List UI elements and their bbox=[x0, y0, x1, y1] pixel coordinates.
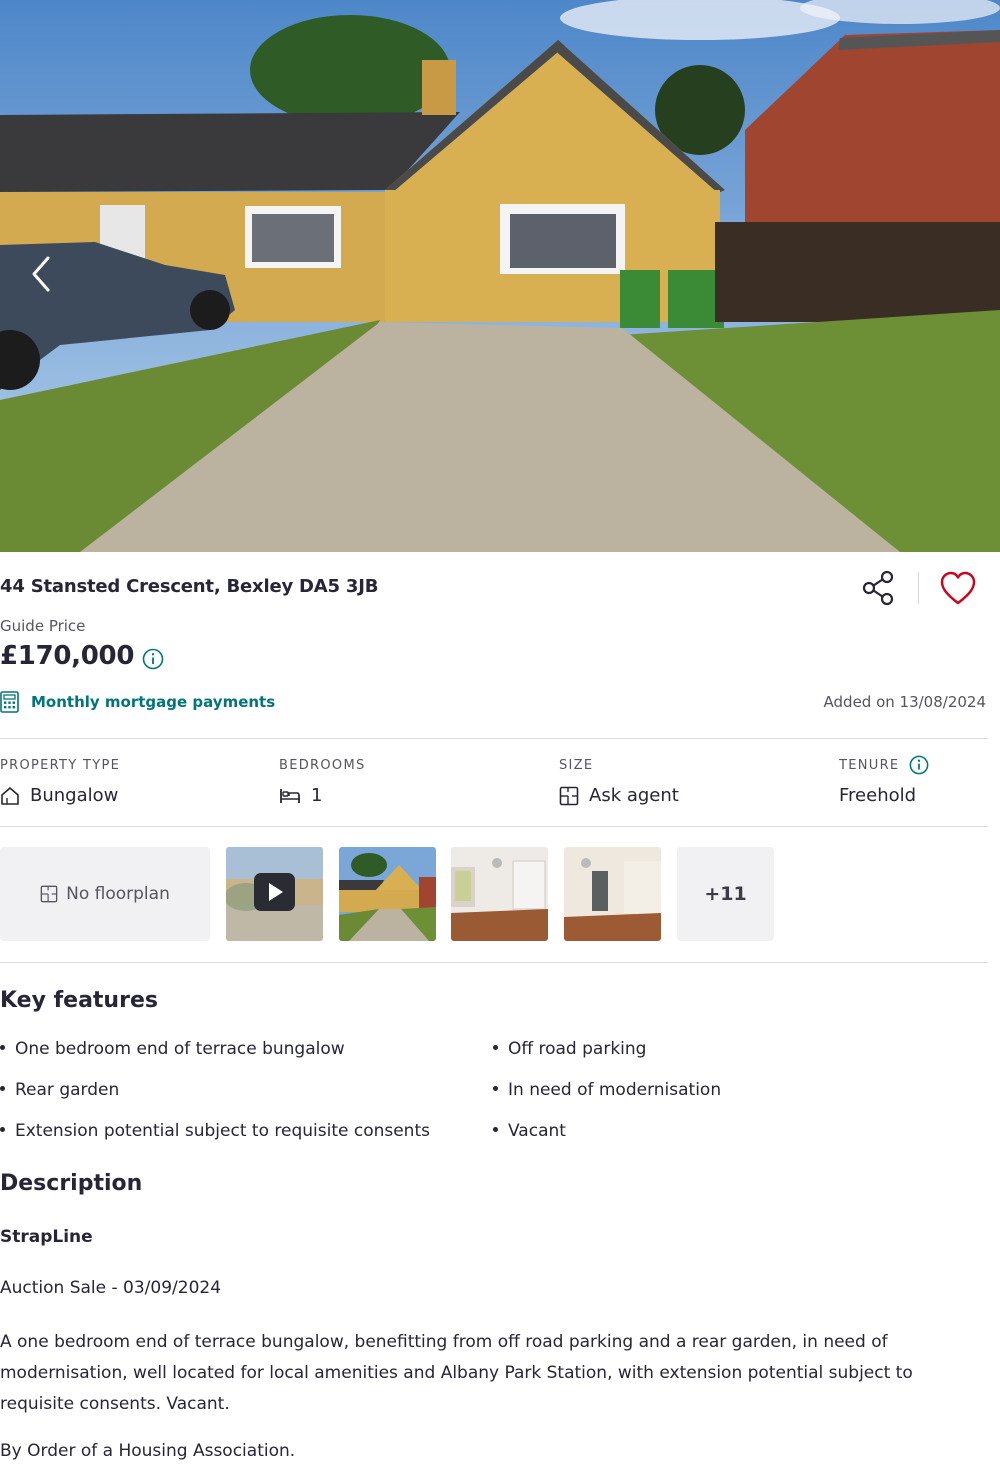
feature-item: In need of modernisation bbox=[493, 1080, 721, 1100]
calculator-icon bbox=[0, 691, 19, 713]
heart-icon bbox=[940, 571, 976, 605]
feature-item: Extension potential subject to requisite… bbox=[0, 1121, 430, 1141]
property-address: 44 Stansted Crescent, Bexley DA5 3JB bbox=[0, 576, 379, 597]
photo-thumbnail[interactable] bbox=[564, 847, 661, 941]
tenure-info-icon[interactable] bbox=[909, 755, 929, 775]
stat-label: TENURE bbox=[839, 757, 900, 773]
description-body: A one bedroom end of terrace bungalow, b… bbox=[0, 1332, 913, 1414]
share-button[interactable] bbox=[858, 568, 898, 608]
stat-property-type: PROPERTY TYPE Bungalow bbox=[0, 755, 121, 807]
feature-item: Vacant bbox=[493, 1121, 566, 1141]
floorplan-icon bbox=[559, 786, 579, 805]
price-qualifier: Guide Price bbox=[0, 617, 86, 635]
chevron-left-icon bbox=[32, 256, 50, 292]
previous-photo-button[interactable] bbox=[24, 252, 60, 296]
bullet bbox=[0, 1126, 5, 1132]
stat-label: SIZE bbox=[559, 757, 594, 773]
description-footer: By Order of a Housing Association. bbox=[0, 1441, 296, 1461]
description-strapline: StrapLine bbox=[0, 1227, 93, 1247]
stat-value: Freehold bbox=[839, 785, 917, 806]
bullet bbox=[493, 1044, 498, 1050]
bed-icon bbox=[280, 788, 300, 803]
bullet bbox=[0, 1044, 5, 1050]
stat-tenure: TENURE Freehold bbox=[839, 755, 929, 806]
stat-value: Ask agent bbox=[589, 785, 679, 806]
divider bbox=[0, 738, 988, 739]
mortgage-link[interactable]: Monthly mortgage payments bbox=[0, 691, 275, 713]
more-photos-button[interactable]: +11 bbox=[677, 847, 774, 941]
bullet bbox=[0, 1085, 5, 1091]
house-photo bbox=[0, 0, 1000, 552]
feature-item: Off road parking bbox=[493, 1039, 646, 1059]
price: £170,000 bbox=[0, 641, 135, 671]
key-features-heading: Key features bbox=[0, 988, 158, 1013]
main-photo[interactable] bbox=[0, 0, 1000, 552]
stat-value: Bungalow bbox=[30, 785, 119, 806]
divider bbox=[0, 962, 988, 963]
stat-label: PROPERTY TYPE bbox=[0, 757, 121, 773]
added-date: Added on 13/08/2024 bbox=[823, 693, 986, 711]
stat-value: 1 bbox=[311, 785, 323, 806]
floorplan-label: No floorplan bbox=[66, 884, 170, 904]
bullet bbox=[493, 1126, 498, 1132]
feature-item: Rear garden bbox=[0, 1080, 119, 1100]
photo-thumbnail[interactable] bbox=[339, 847, 436, 941]
floorplan-tile[interactable]: No floorplan bbox=[0, 847, 210, 941]
mortgage-label: Monthly mortgage payments bbox=[31, 693, 276, 711]
auction-date: Auction Sale - 03/09/2024 bbox=[0, 1278, 222, 1298]
bullet bbox=[493, 1085, 498, 1091]
stat-bedrooms: BEDROOMS 1 bbox=[279, 755, 366, 807]
video-thumbnail[interactable] bbox=[226, 847, 323, 941]
favourite-button[interactable] bbox=[938, 570, 978, 608]
photo-thumbnail[interactable] bbox=[451, 847, 548, 941]
stat-size: SIZE Ask agent bbox=[559, 755, 679, 807]
divider bbox=[0, 826, 988, 827]
price-info-icon[interactable] bbox=[142, 648, 164, 670]
share-icon bbox=[862, 570, 894, 606]
actions-divider bbox=[918, 572, 919, 604]
floorplan-icon bbox=[40, 885, 58, 903]
house-icon bbox=[1, 786, 19, 805]
description-heading: Description bbox=[0, 1171, 143, 1196]
stat-label: BEDROOMS bbox=[279, 757, 366, 773]
feature-item: One bedroom end of terrace bungalow bbox=[0, 1039, 345, 1059]
